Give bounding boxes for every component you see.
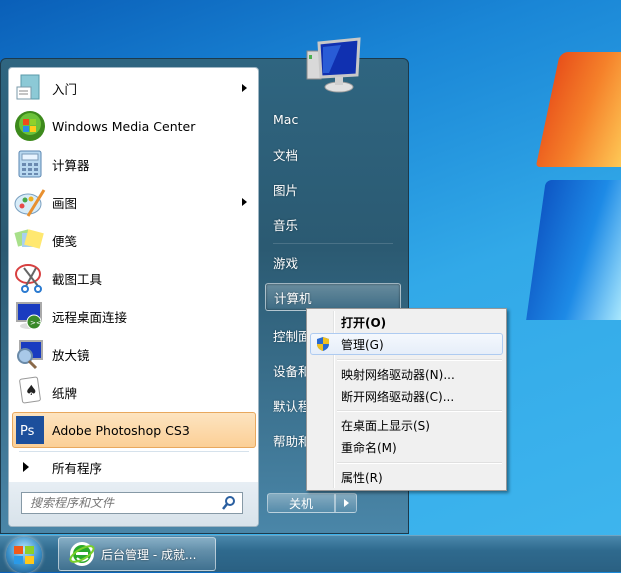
context-menu: 打开(O) 管理(G) 映射网络驱动器(N)... 断开网络驱动器(C)... … (306, 308, 507, 491)
wallpaper-windows-logo (526, 40, 621, 320)
search-icon[interactable] (221, 495, 237, 511)
search-box[interactable] (21, 492, 243, 514)
getting-started-icon (14, 72, 46, 104)
program-item-calculator[interactable]: 计算器 (12, 146, 256, 182)
right-item-music[interactable]: 音乐 (265, 210, 401, 238)
menu-item-label: 重命名(M) (341, 440, 397, 455)
menu-item-manage[interactable]: 管理(G) (310, 333, 503, 355)
chevron-right-icon (343, 499, 349, 507)
svg-text:Ps: Ps (20, 424, 35, 439)
submenu-arrow-icon[interactable] (242, 198, 247, 206)
program-item-media-center[interactable]: Windows Media Center (12, 108, 256, 144)
menu-separator (337, 410, 502, 412)
submenu-arrow-icon[interactable] (242, 84, 247, 92)
taskbar: 后台管理 - 成就... (0, 535, 621, 573)
all-programs-label: 所有程序 (52, 460, 103, 476)
paint-icon (14, 186, 46, 218)
program-label: 截图工具 (52, 271, 103, 287)
shutdown-label: 关机 (288, 496, 313, 511)
menu-item-properties[interactable]: 属性(R) (310, 466, 503, 488)
user-picture-computer-icon (301, 37, 363, 95)
program-label: 计算器 (52, 157, 90, 173)
right-item-computer[interactable]: 计算机 (265, 283, 401, 311)
menu-item-label: 打开(O) (341, 315, 387, 330)
menu-item-label: 映射网络驱动器(N)... (341, 367, 455, 382)
program-label: 画图 (52, 195, 78, 211)
menu-item-show-on-desktop[interactable]: 在桌面上显示(S) (310, 414, 503, 436)
calculator-icon (14, 148, 46, 180)
program-item-photoshop[interactable]: Ps Adobe Photoshop CS3 (12, 412, 256, 448)
right-item-pictures[interactable]: 图片 (265, 175, 401, 203)
shutdown-button[interactable]: 关机 (267, 493, 335, 513)
shutdown-options-button[interactable] (335, 493, 357, 513)
right-item-user-folder[interactable]: Mac (265, 105, 401, 133)
right-item-documents[interactable]: 文档 (265, 140, 401, 168)
right-item-label: 文档 (273, 147, 299, 163)
programs-panel: 入门 Windows Media Center 计算器 画图 便笺 截图工具 >… (8, 67, 259, 527)
menu-item-disconnect-network-drive[interactable]: 断开网络驱动器(C)... (310, 385, 503, 407)
program-label: 放大镜 (52, 347, 90, 363)
right-item-label: 游戏 (273, 255, 299, 271)
right-item-label: 图片 (273, 182, 299, 198)
program-item-magnifier[interactable]: 放大镜 (12, 336, 256, 372)
windows-logo-icon (14, 546, 34, 564)
magnifier-icon (14, 338, 46, 370)
menu-item-rename[interactable]: 重命名(M) (310, 436, 503, 458)
right-item-label: 音乐 (273, 217, 299, 233)
taskbar-window-label: 后台管理 - 成就... (101, 547, 197, 562)
solitaire-icon: ♠ (14, 376, 46, 408)
program-item-solitaire[interactable]: ♠ 纸牌 (12, 374, 256, 410)
menu-separator (337, 359, 502, 361)
program-label: Windows Media Center (52, 118, 196, 134)
right-item-label: 计算机 (274, 290, 312, 306)
program-label: 远程桌面连接 (52, 309, 128, 325)
search-input[interactable] (28, 495, 221, 511)
menu-item-label: 断开网络驱动器(C)... (341, 389, 455, 404)
right-item-label: Mac (273, 111, 299, 127)
program-label: Adobe Photoshop CS3 (52, 422, 190, 438)
menu-item-label: 在桌面上显示(S) (341, 418, 430, 433)
start-button[interactable] (6, 537, 42, 573)
menu-separator (337, 462, 502, 464)
program-item-getting-started[interactable]: 入门 (12, 70, 256, 106)
program-label: 便笺 (52, 233, 78, 249)
taskbar-window-button[interactable]: 后台管理 - 成就... (58, 537, 216, 571)
divider (19, 451, 249, 452)
photoshop-icon: Ps (14, 414, 46, 446)
program-item-remote-desktop[interactable]: >< 远程桌面连接 (12, 298, 256, 334)
right-item-games[interactable]: 游戏 (265, 248, 401, 276)
program-item-paint[interactable]: 画图 (12, 184, 256, 220)
menu-item-label: 属性(R) (341, 470, 383, 485)
program-label: 纸牌 (52, 385, 78, 401)
program-label: 入门 (52, 81, 78, 97)
ie-icon (69, 541, 95, 567)
all-programs-button[interactable]: 所有程序 (12, 454, 256, 480)
sticky-notes-icon (14, 224, 46, 256)
snipping-tool-icon (14, 262, 46, 294)
search-area (9, 482, 258, 526)
expand-arrow-icon (23, 462, 29, 472)
divider (273, 243, 393, 244)
media-center-icon (14, 110, 46, 142)
svg-text:><: >< (30, 319, 42, 327)
menu-item-label: 管理(G) (341, 337, 384, 352)
program-item-sticky-notes[interactable]: 便笺 (12, 222, 256, 258)
remote-desktop-icon: >< (14, 300, 46, 332)
uac-shield-icon (315, 336, 331, 352)
menu-item-map-network-drive[interactable]: 映射网络驱动器(N)... (310, 363, 503, 385)
menu-item-open[interactable]: 打开(O) (310, 311, 503, 333)
svg-text:♠: ♠ (25, 383, 38, 399)
program-item-snipping-tool[interactable]: 截图工具 (12, 260, 256, 296)
